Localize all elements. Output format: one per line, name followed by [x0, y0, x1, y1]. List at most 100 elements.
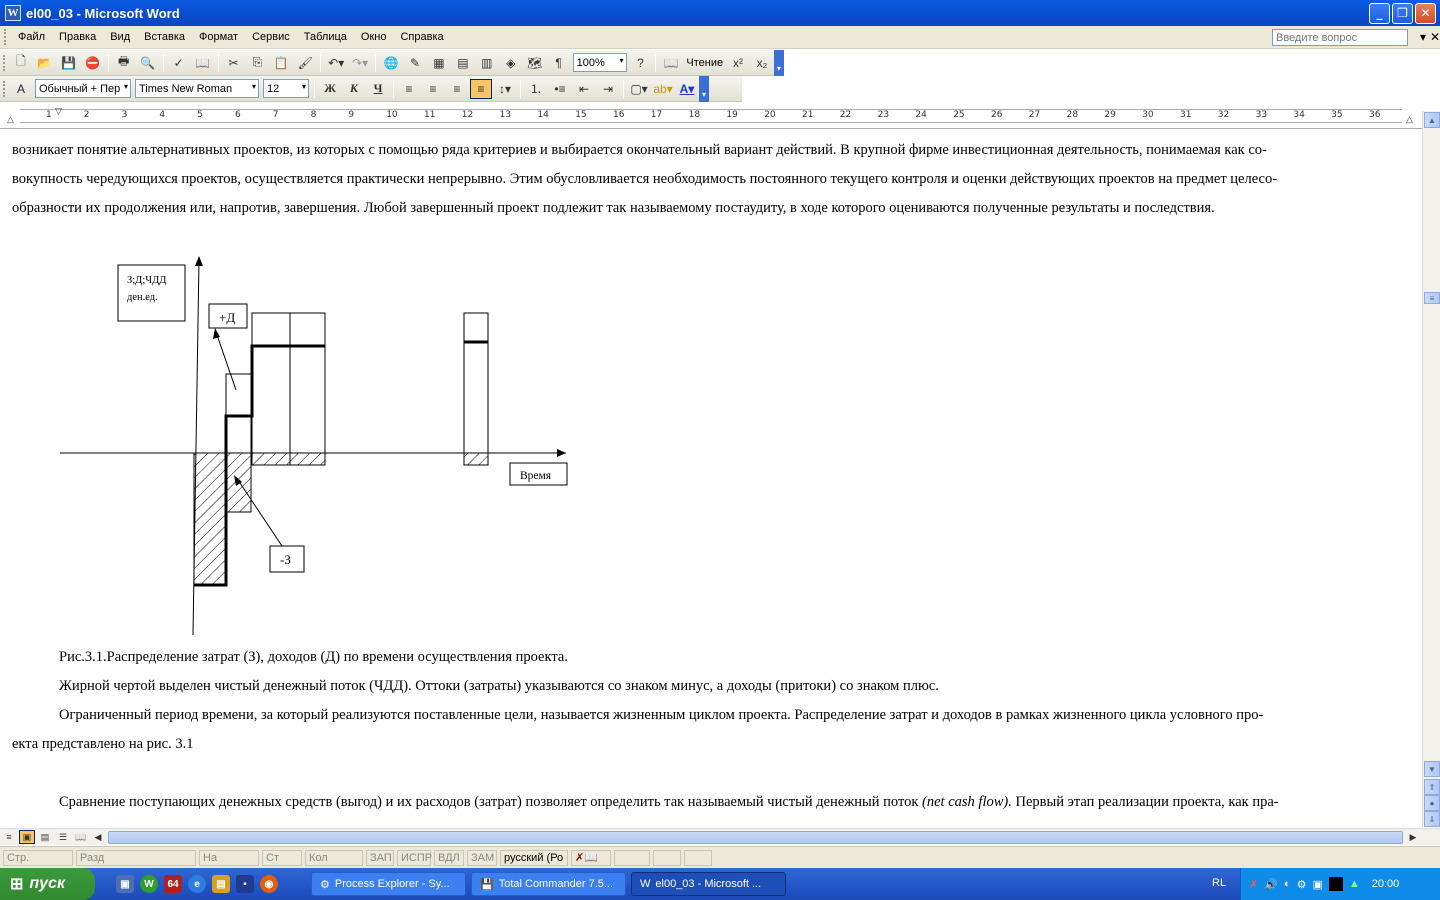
left-indent-icon[interactable]: △	[7, 114, 14, 125]
close-button[interactable]: ✕	[1415, 2, 1436, 24]
permission-icon[interactable]: ⛔	[82, 53, 104, 73]
highlight-icon[interactable]: ab▾	[652, 79, 674, 99]
quick-launch-icon[interactable]: 64	[164, 875, 182, 893]
scroll-left-icon[interactable]: ◀	[91, 830, 105, 844]
bullets-icon[interactable]: •≡	[549, 79, 571, 99]
font-size-select[interactable]: 12 ▾	[263, 79, 309, 98]
menu-format[interactable]: Формат	[192, 31, 245, 43]
doc-close-icon[interactable]: ✕	[1430, 30, 1440, 44]
quick-launch-icon[interactable]: ▣	[116, 875, 134, 893]
toolbar-options-icon[interactable]: ▾	[773, 49, 784, 76]
quick-launch-icon[interactable]: W	[140, 875, 158, 893]
format-painter-icon[interactable]: 🖌	[294, 53, 316, 73]
menu-edit[interactable]: Правка	[52, 31, 103, 43]
scroll-up-icon[interactable]: ▲	[1424, 112, 1440, 128]
spelling-status-icon[interactable]: ✗📖	[571, 849, 611, 866]
tray-icon[interactable]: ◐	[1284, 878, 1291, 890]
word-app-icon[interactable]: W	[5, 5, 21, 21]
paste-icon[interactable]: 📋	[270, 53, 292, 73]
input-language[interactable]: RL	[1212, 877, 1226, 889]
prev-page-icon[interactable]: ⇑	[1424, 779, 1440, 795]
right-indent-icon[interactable]: △	[1406, 114, 1413, 125]
tray-icon[interactable]: ✗	[1249, 878, 1258, 891]
menu-help[interactable]: Справка	[393, 31, 450, 43]
redo-icon[interactable]: ↷▾	[349, 53, 371, 73]
menu-view[interactable]: Вид	[103, 31, 137, 43]
tables-borders-icon[interactable]: ✎	[404, 53, 426, 73]
increase-indent-icon[interactable]: ⇥	[597, 79, 619, 99]
web-layout-icon[interactable]: ▣	[19, 830, 35, 844]
status-rec[interactable]: ЗАП	[366, 849, 394, 866]
styles-pane-icon[interactable]: A	[10, 79, 32, 99]
numbering-icon[interactable]: ⒈	[525, 79, 547, 99]
browser-icon[interactable]: e	[188, 875, 206, 893]
status-ovr[interactable]: ЗАМ	[467, 849, 497, 866]
underline-button[interactable]: Ч	[367, 79, 389, 99]
horizontal-scrollbar[interactable]: ≡ ▣ ▤ ☰ 📖 ◀ ▶	[0, 828, 1440, 845]
hscroll-thumb[interactable]	[108, 830, 1403, 844]
style-select[interactable]: Обычный + Пер ▾	[35, 79, 131, 98]
tray-icon[interactable]	[1328, 877, 1343, 891]
decrease-indent-icon[interactable]: ⇤	[573, 79, 595, 99]
font-color-icon[interactable]: A▾	[676, 79, 698, 99]
task-word[interactable]: Wel00_03 - Microsoft ...	[631, 872, 786, 896]
subscript-icon[interactable]: x₂	[751, 53, 773, 73]
bold-button[interactable]: Ж	[319, 79, 341, 99]
align-left-icon[interactable]: ≡	[398, 79, 420, 99]
task-process-explorer[interactable]: ⚙ Process Explorer - Sy...	[311, 872, 466, 896]
minimize-button[interactable]: _	[1369, 2, 1390, 24]
research-icon[interactable]: 📖	[192, 53, 214, 73]
font-select[interactable]: Times New Roman ▾	[135, 79, 259, 98]
justify-icon[interactable]: ≡	[470, 78, 492, 99]
next-page-icon[interactable]: ⇓	[1424, 811, 1440, 827]
drawing-icon[interactable]: ◈	[500, 53, 522, 73]
ask-question-input[interactable]	[1272, 29, 1408, 46]
firefox-icon[interactable]: ◉	[260, 875, 278, 893]
columns-icon[interactable]: ▥	[476, 53, 498, 73]
reading-layout-icon[interactable]: 📖	[660, 53, 682, 73]
quick-launch-icon[interactable]: ▤	[212, 875, 230, 893]
cut-icon[interactable]: ✂	[223, 53, 245, 73]
horizontal-ruler[interactable]: 1 2 3 4 5 6 7 8 9 10 11 12 13 14 15 16 17 18 19 20 21 22 23 24 2…	[0, 103, 1422, 129]
reading-view-icon[interactable]: 📖	[73, 830, 89, 844]
italic-button[interactable]: К	[343, 79, 365, 99]
start-button[interactable]: ⊞ пуск	[0, 868, 95, 900]
copy-icon[interactable]: ⎘	[246, 53, 268, 73]
print-icon[interactable]: 🖶	[113, 53, 135, 73]
print-layout-icon[interactable]: ▤	[37, 830, 53, 844]
tray-icon[interactable]: ▣	[1312, 878, 1322, 891]
align-right-icon[interactable]: ≡	[446, 79, 468, 99]
help-icon[interactable]: ?	[630, 53, 652, 73]
toolbar-grip[interactable]	[3, 80, 6, 97]
menu-insert[interactable]: Вставка	[137, 31, 192, 43]
undo-icon[interactable]: ↶▾	[325, 53, 347, 73]
menu-tools[interactable]: Сервис	[245, 31, 297, 43]
save-icon[interactable]: 💾	[58, 53, 80, 73]
toolbar-options-icon[interactable]: ▾	[699, 75, 709, 102]
spelling-icon[interactable]: ✓	[168, 53, 190, 73]
first-line-indent-icon[interactable]: ▽	[55, 106, 62, 117]
menu-table[interactable]: Таблица	[297, 31, 354, 43]
status-trk[interactable]: ИСПР	[397, 849, 432, 866]
tray-icon[interactable]: ▲	[1349, 878, 1360, 890]
toolbar-grip[interactable]	[3, 54, 6, 71]
ask-dropdown-icon[interactable]: ▾	[1420, 30, 1426, 44]
tray-icon[interactable]: ⚙	[1297, 878, 1307, 891]
line-spacing-icon[interactable]: ↕▾	[494, 79, 516, 99]
restore-button[interactable]: ❐	[1392, 2, 1413, 24]
menu-file[interactable]: Файл	[11, 31, 52, 43]
menu-window[interactable]: Окно	[354, 31, 394, 43]
borders-icon[interactable]: ▢▾	[628, 79, 650, 99]
menu-grip[interactable]	[4, 29, 7, 45]
scroll-thumb[interactable]: ≡	[1424, 292, 1440, 304]
zoom-select[interactable]: 100% ▾	[572, 53, 627, 72]
align-center-icon[interactable]: ≡	[422, 79, 444, 99]
insert-excel-icon[interactable]: ▤	[452, 53, 474, 73]
scroll-down-icon[interactable]: ▼	[1424, 761, 1440, 777]
superscript-icon[interactable]: x²	[727, 53, 749, 73]
show-hide-icon[interactable]: ¶	[548, 53, 570, 73]
normal-view-icon[interactable]: ≡	[1, 830, 17, 844]
outline-view-icon[interactable]: ☰	[55, 830, 71, 844]
select-browse-icon[interactable]: ●	[1424, 795, 1440, 811]
task-total-commander[interactable]: 💾 Total Commander 7.5...	[471, 872, 626, 896]
